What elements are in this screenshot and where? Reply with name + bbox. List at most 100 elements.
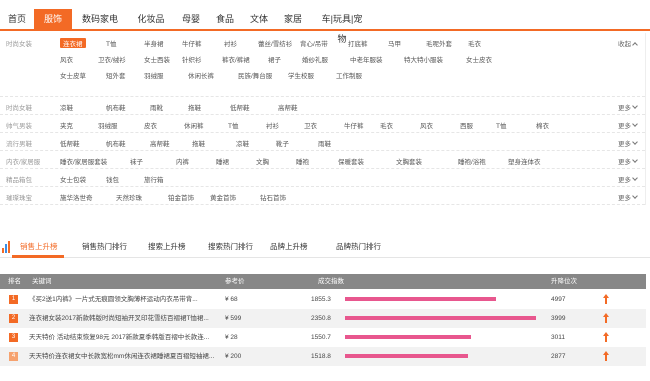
filter-more-toggle[interactable]: 更多 bbox=[618, 102, 638, 112]
filter-more-toggle[interactable]: 更多 bbox=[618, 174, 638, 184]
filter-option[interactable]: 靴子 bbox=[276, 138, 289, 148]
filter-option[interactable]: 中老年服装 bbox=[350, 54, 383, 64]
filter-option[interactable]: 风衣 bbox=[420, 120, 433, 130]
filter-option[interactable]: 牛仔裤 bbox=[344, 120, 364, 130]
filter-option[interactable]: T恤 bbox=[106, 38, 116, 48]
nav-item[interactable]: 文体 bbox=[242, 9, 276, 29]
filter-option[interactable]: 短外套 bbox=[106, 70, 126, 80]
ranking-tab[interactable]: 搜索上升榜 bbox=[148, 241, 186, 252]
filter-option[interactable]: 夹克 bbox=[60, 120, 73, 130]
filter-option[interactable]: 施华洛世奇 bbox=[60, 192, 93, 202]
filter-option[interactable]: 钱包 bbox=[106, 174, 119, 184]
ranking-tab[interactable]: 品牌上升榜 bbox=[270, 241, 308, 252]
filter-option[interactable]: 雨靴 bbox=[150, 102, 163, 112]
filter-more-toggle[interactable]: 收起 bbox=[618, 38, 638, 48]
filter-more-toggle[interactable]: 更多 bbox=[618, 192, 638, 202]
filter-option[interactable]: 铂金首饰 bbox=[168, 192, 194, 202]
filter-option[interactable]: 拖鞋 bbox=[188, 102, 201, 112]
filter-option[interactable]: 高帮鞋 bbox=[278, 102, 298, 112]
filter-option[interactable]: 民族/舞台服 bbox=[238, 70, 272, 80]
filter-option[interactable]: 针织衫 bbox=[182, 54, 202, 64]
filter-option[interactable]: 女士西装 bbox=[144, 54, 170, 64]
ranking-tab[interactable]: 销售上升榜 bbox=[20, 241, 58, 252]
filter-option[interactable]: 西服 bbox=[460, 120, 473, 130]
keyword-link[interactable]: 天天特价 活动结束恢复98元 2017新款夏季韩版百褶中长款连... bbox=[29, 328, 219, 347]
table-row[interactable]: 1 《买2送1内裤》一片式无痕圆领文胸薄杯运动内衣吊带背... ¥ 68 1855.3… bbox=[0, 290, 646, 309]
nav-item[interactable]: 数码家电 bbox=[72, 9, 128, 29]
filter-option[interactable]: 钻石首饰 bbox=[260, 192, 286, 202]
filter-option[interactable]: 毛衣 bbox=[380, 120, 393, 130]
filter-option[interactable]: 裤衣/裤裙 bbox=[222, 54, 250, 64]
filter-more-toggle[interactable]: 更多 bbox=[618, 156, 638, 166]
ranking-tab[interactable]: 品牌热门排行 bbox=[336, 241, 381, 252]
filter-option[interactable]: 文胸套装 bbox=[396, 156, 422, 166]
filter-option[interactable]: 背心/吊带 bbox=[300, 38, 328, 48]
filter-option[interactable]: 毛衣 bbox=[468, 38, 481, 48]
filter-option[interactable]: 女士包袋 bbox=[60, 174, 86, 184]
filter-more-toggle[interactable]: 更多 bbox=[618, 138, 638, 148]
filter-option[interactable]: 衬衫 bbox=[266, 120, 279, 130]
filter-option[interactable]: 低帮鞋 bbox=[230, 102, 250, 112]
filter-option[interactable]: 裙子 bbox=[268, 54, 281, 64]
filter-option[interactable]: 衬衫 bbox=[224, 38, 237, 48]
filter-option[interactable]: 半身裙 bbox=[144, 38, 164, 48]
ranking-tab[interactable]: 销售热门排行 bbox=[82, 241, 127, 252]
filter-option[interactable]: 休闲长裤 bbox=[188, 70, 214, 80]
filter-option[interactable]: 毛呢外套 bbox=[426, 38, 452, 48]
filter-option[interactable]: 拖鞋 bbox=[192, 138, 205, 148]
filter-option[interactable]: 睡衣/家居服套装 bbox=[60, 156, 107, 166]
filter-option[interactable]: 保暖套装 bbox=[338, 156, 364, 166]
filter-option[interactable]: 羽绒服 bbox=[98, 120, 118, 130]
filter-option[interactable]: 旅行箱 bbox=[144, 174, 164, 184]
filter-option[interactable]: 雨鞋 bbox=[318, 138, 331, 148]
filter-option[interactable]: 特大特小服装 bbox=[404, 54, 443, 64]
filter-option[interactable]: 袜子 bbox=[130, 156, 143, 166]
filter-option[interactable]: 高帮鞋 bbox=[150, 138, 170, 148]
keyword-link[interactable]: 连衣裙女装2017新款韩版时尚短袖开叉印花雪纺百褶裙T恤裙... bbox=[29, 309, 219, 328]
filter-option[interactable]: 睡袍/浴袍 bbox=[458, 156, 486, 166]
filter-option[interactable]: 婚纱礼服 bbox=[302, 54, 328, 64]
filter-option[interactable]: 马甲 bbox=[388, 38, 401, 48]
filter-option[interactable]: T恤 bbox=[496, 120, 506, 130]
filter-option[interactable]: 睡裙 bbox=[216, 156, 229, 166]
filter-option[interactable]: 帆布鞋 bbox=[106, 102, 126, 112]
filter-option[interactable]: 羽绒服 bbox=[144, 70, 164, 80]
nav-item[interactable]: 食品 bbox=[208, 9, 242, 29]
filter-option[interactable]: 黄金首饰 bbox=[210, 192, 236, 202]
table-row[interactable]: 2 连衣裙女装2017新款韩版时尚短袖开叉印花雪纺百褶裙T恤裙... ¥ 599 23… bbox=[0, 309, 646, 328]
filter-option[interactable]: 蕾丝/雪纺衫 bbox=[258, 38, 292, 48]
nav-item[interactable]: 母婴 bbox=[174, 9, 208, 29]
filter-option[interactable]: 凉鞋 bbox=[236, 138, 249, 148]
table-row[interactable]: 3 天天特价 活动结束恢复98元 2017新款夏季韩版百褶中长款连... ¥ 28 1… bbox=[0, 328, 646, 347]
nav-item[interactable]: 车|玩具|宠物 bbox=[310, 9, 374, 44]
nav-item[interactable]: 服饰 bbox=[34, 9, 72, 29]
filter-more-toggle[interactable]: 更多 bbox=[618, 120, 638, 130]
keyword-link[interactable]: 《买2送1内裤》一片式无痕圆领文胸薄杯运动内衣吊带背... bbox=[29, 290, 219, 309]
filter-option[interactable]: 女士皮草 bbox=[60, 70, 86, 80]
filter-option[interactable]: 棉衣 bbox=[536, 120, 549, 130]
filter-option[interactable]: 风衣 bbox=[60, 54, 73, 64]
filter-option[interactable]: 内裤 bbox=[176, 156, 189, 166]
nav-item[interactable]: 家居 bbox=[276, 9, 310, 29]
filter-option[interactable]: 睡袍 bbox=[296, 156, 309, 166]
ranking-tab[interactable]: 搜索热门排行 bbox=[208, 241, 253, 252]
filter-option[interactable]: 打底裤 bbox=[348, 38, 368, 48]
filter-option[interactable]: 塑身连体衣 bbox=[508, 156, 541, 166]
filter-option[interactable]: 卫衣 bbox=[304, 120, 317, 130]
filter-option[interactable]: 学生校服 bbox=[288, 70, 314, 80]
filter-option[interactable]: 帆布鞋 bbox=[106, 138, 126, 148]
filter-option[interactable]: 凉鞋 bbox=[60, 102, 73, 112]
filter-option[interactable]: 连衣裙 bbox=[60, 38, 86, 48]
filter-option[interactable]: 休闲裤 bbox=[184, 120, 204, 130]
nav-item[interactable]: 首页 bbox=[0, 9, 34, 29]
filter-option[interactable]: 工作制服 bbox=[336, 70, 362, 80]
filter-option[interactable]: 卫衣/绒衫 bbox=[98, 54, 126, 64]
table-row[interactable]: 4 天天特价连衣裙女中长款宽松mm休闲连衣裙睡裙夏百褶短袖裙... ¥ 200 151… bbox=[0, 347, 646, 366]
filter-option[interactable]: T恤 bbox=[228, 120, 238, 130]
filter-option[interactable]: 皮衣 bbox=[144, 120, 157, 130]
filter-option[interactable]: 牛仔裤 bbox=[182, 38, 202, 48]
filter-option[interactable]: 女士皮衣 bbox=[466, 54, 492, 64]
nav-item[interactable]: 化妆品 bbox=[128, 9, 174, 29]
filter-option[interactable]: 文胸 bbox=[256, 156, 269, 166]
filter-option[interactable]: 低帮鞋 bbox=[60, 138, 80, 148]
